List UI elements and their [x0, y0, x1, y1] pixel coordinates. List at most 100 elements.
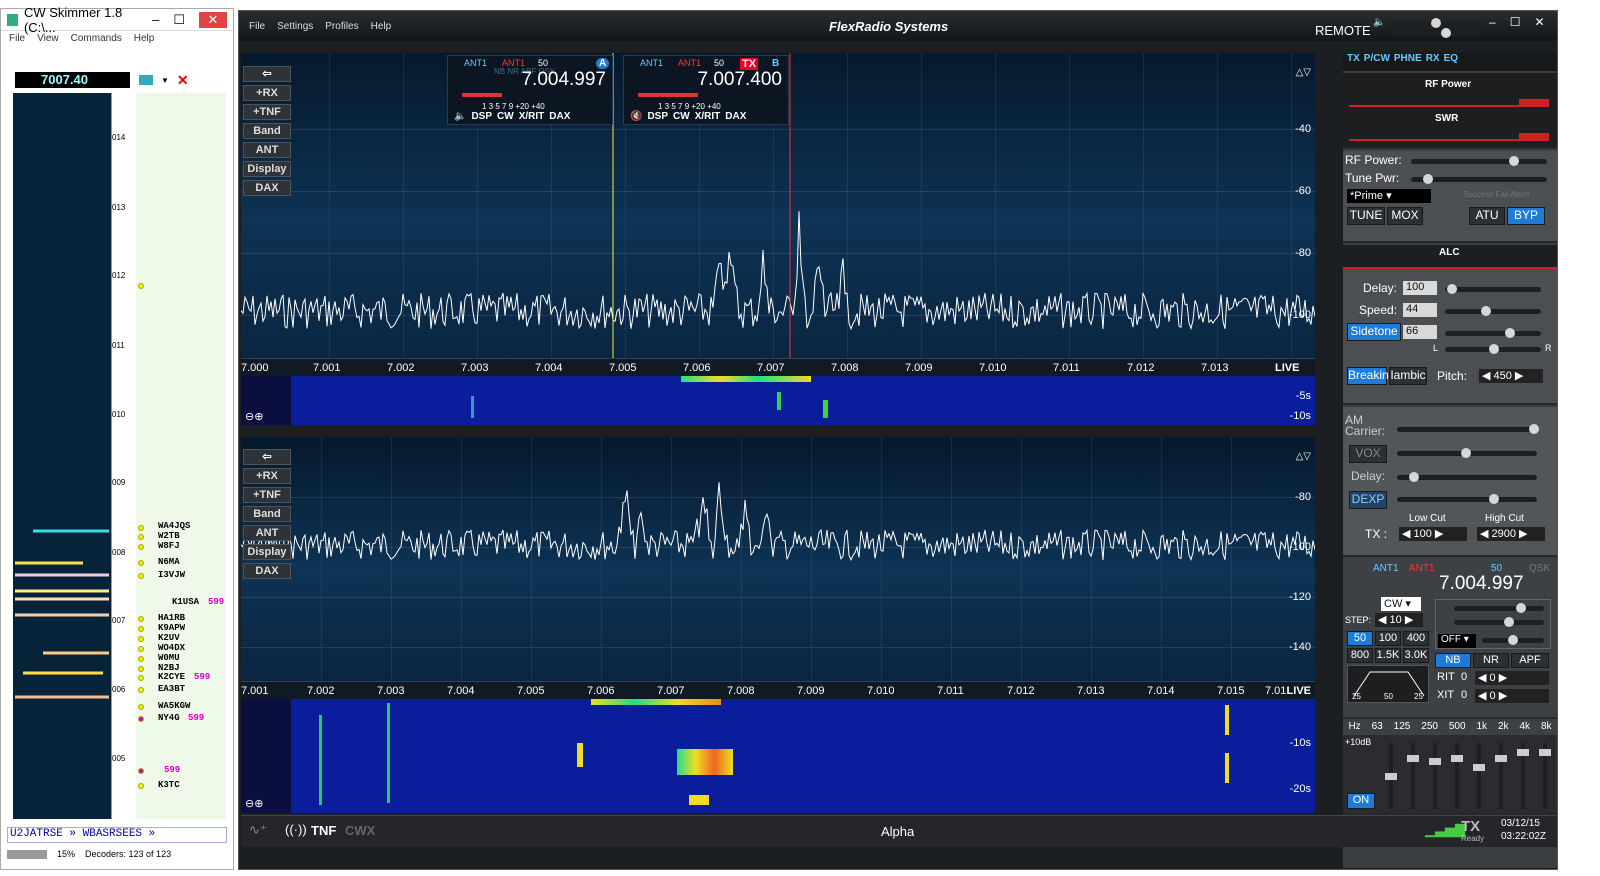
- eq-slider-knob[interactable]: [1385, 773, 1397, 780]
- eq-slider-knob[interactable]: [1407, 755, 1419, 762]
- dexp-button[interactable]: DEXP: [1349, 491, 1387, 509]
- rf-power-slider[interactable]: [1411, 156, 1547, 166]
- zoom-icons[interactable]: ⊖⊕: [245, 410, 263, 423]
- tune-power-slider[interactable]: [1411, 174, 1547, 184]
- cw-speed-slider[interactable]: [1445, 306, 1541, 316]
- high-cut-stepper[interactable]: ◀ 2900 ▶: [1477, 527, 1545, 541]
- eq-band-slider[interactable]: [1429, 743, 1441, 809]
- slice-ant-rx[interactable]: ANT1: [464, 58, 487, 68]
- callsign[interactable]: K2UV: [158, 633, 180, 643]
- add-rx-button[interactable]: +RX: [243, 85, 291, 101]
- callsign[interactable]: WA4JQS: [158, 521, 190, 531]
- slice-frequency[interactable]: 7.004.997: [521, 69, 606, 91]
- waveform-icon[interactable]: ∿⁺: [249, 822, 267, 838]
- frequency-axis[interactable]: 7.001 7.002 7.003 7.004 7.005 7.006 7.00…: [241, 681, 1315, 699]
- zoom-icons[interactable]: ⊖⊕: [245, 797, 263, 810]
- ant-button[interactable]: ANT: [243, 525, 291, 541]
- callsign[interactable]: HA1RB: [158, 613, 185, 623]
- eq-band-slider[interactable]: [1517, 743, 1529, 809]
- sidetone-slider[interactable]: [1445, 328, 1541, 338]
- add-tnf-button[interactable]: +TNF: [243, 487, 291, 503]
- wireless-icon[interactable]: ((·)): [285, 822, 307, 837]
- tab-rx[interactable]: RX: [1426, 53, 1440, 71]
- eq-band-slider[interactable]: [1407, 743, 1419, 809]
- band-button[interactable]: Band: [243, 123, 291, 139]
- dropdown-arrow-icon[interactable]: ▼: [161, 76, 169, 85]
- callsign[interactable]: NY4G: [158, 713, 180, 723]
- cw-pan-slider[interactable]: [1445, 344, 1541, 354]
- agc-select[interactable]: OFF ▾: [1438, 634, 1476, 648]
- sidetone-button[interactable]: Sidetone: [1347, 323, 1401, 341]
- filter-passband-display[interactable]: 25 50 25: [1347, 665, 1429, 703]
- iambic-button[interactable]: Iambic: [1389, 367, 1427, 385]
- mute-icon[interactable]: 🔈: [454, 111, 466, 122]
- eq-band-slider[interactable]: [1473, 743, 1485, 809]
- slice-b-flag[interactable]: ANT1 ANT1 50 TX B 7.007.400 1 3 5 7 9 +2…: [623, 55, 789, 125]
- eq-band-slider[interactable]: [1495, 743, 1507, 809]
- menu-settings[interactable]: Settings: [277, 21, 313, 32]
- vox-button[interactable]: VOX: [1349, 445, 1387, 463]
- menu-view[interactable]: View: [37, 33, 59, 47]
- collapse-arrow-button[interactable]: ⇦: [243, 449, 291, 465]
- menu-file[interactable]: File: [9, 33, 25, 47]
- atu-button[interactable]: ATU: [1469, 207, 1505, 225]
- slice-ant-tx[interactable]: ANT1: [678, 58, 701, 68]
- sidetone-input[interactable]: 66: [1403, 325, 1437, 339]
- breakin-button[interactable]: Breakin: [1347, 367, 1389, 385]
- callsign[interactable]: I3VJW: [158, 570, 185, 580]
- rit-label[interactable]: RIT: [1437, 671, 1455, 683]
- callsign[interactable]: K3TC: [158, 780, 180, 790]
- callsign[interactable]: WA5KGW: [158, 701, 190, 711]
- cw-delay-input[interactable]: 100: [1403, 281, 1437, 295]
- tune-button[interactable]: TUNE: [1347, 207, 1385, 225]
- filter-100-button[interactable]: 100: [1375, 631, 1401, 646]
- display-button[interactable]: Display: [243, 544, 291, 560]
- skimmer-frequency[interactable]: 7007.40: [15, 72, 130, 88]
- callsign-lookup-icon[interactable]: [139, 75, 153, 85]
- byp-button[interactable]: BYP: [1507, 207, 1545, 225]
- dax-button[interactable]: DAX: [243, 563, 291, 579]
- eq-slider-knob[interactable]: [1473, 764, 1485, 771]
- tab-phne[interactable]: PHNE: [1394, 53, 1422, 71]
- tab-dsp[interactable]: DSP: [471, 111, 492, 122]
- panadapter-2[interactable]: -80 -100 -120 -140 △▽ 7.001 7.002 7.003 …: [241, 437, 1315, 813]
- panadapter-1[interactable]: -40 -60 -80 -100 △▽ 7.000 7.001 7.002 7.…: [241, 53, 1315, 425]
- callsign[interactable]: WO4DX: [158, 643, 185, 653]
- callsign[interactable]: K1USA: [172, 597, 199, 607]
- menu-profiles[interactable]: Profiles: [325, 21, 358, 32]
- add-tnf-button[interactable]: +TNF: [243, 104, 291, 120]
- eq-on-button[interactable]: ON: [1347, 793, 1375, 809]
- ant-button[interactable]: ANT: [243, 142, 291, 158]
- filter-400-button[interactable]: 400: [1403, 631, 1429, 646]
- nr-button[interactable]: NR: [1473, 653, 1509, 668]
- callsign[interactable]: K9APW: [158, 623, 185, 633]
- tab-dax[interactable]: DAX: [549, 111, 570, 122]
- vox-delay-slider[interactable]: [1397, 472, 1537, 482]
- minimize-button[interactable]: –: [1489, 15, 1496, 29]
- dax-button[interactable]: DAX: [243, 180, 291, 196]
- eq-slider-knob[interactable]: [1517, 749, 1529, 756]
- pitch-stepper[interactable]: ◀ 450 ▶: [1479, 369, 1543, 383]
- db-scale-arrows-icon[interactable]: △▽: [1296, 67, 1311, 78]
- tab-pcw[interactable]: P/CW: [1364, 53, 1390, 71]
- waterfall-2[interactable]: -10s -20s ⊖⊕: [241, 699, 1315, 813]
- close-button[interactable]: ✕: [199, 11, 227, 28]
- slice-a-flag[interactable]: ANT1 ANT1 50 NB NR ABF QSK A 7.004.997 1…: [447, 55, 613, 125]
- rx-frequency[interactable]: 7.004.997: [1439, 573, 1524, 595]
- nb-button[interactable]: NB: [1435, 653, 1471, 668]
- step-stepper[interactable]: ◀ 10 ▶: [1375, 613, 1423, 627]
- skimmer-waterfall[interactable]: [13, 93, 111, 819]
- filter-800-button[interactable]: 800: [1347, 648, 1373, 663]
- menu-help[interactable]: Help: [371, 21, 392, 32]
- mute-icon[interactable]: 🔇: [630, 111, 642, 122]
- spectrum-area[interactable]: -80 -100 -120 -140 △▽: [241, 437, 1315, 681]
- close-button[interactable]: ✕: [1534, 15, 1544, 29]
- collapse-arrow-button[interactable]: ⇦: [243, 66, 291, 82]
- tab-xrit[interactable]: X/RIT: [695, 111, 721, 122]
- cw-delay-slider[interactable]: [1445, 284, 1541, 294]
- volume-slider[interactable]: [1391, 18, 1481, 28]
- minimize-button[interactable]: –: [152, 12, 159, 28]
- callsign[interactable]: W0MU: [158, 653, 180, 663]
- dexp-slider[interactable]: [1397, 494, 1537, 504]
- rx-volume-slider[interactable]: [1454, 603, 1544, 613]
